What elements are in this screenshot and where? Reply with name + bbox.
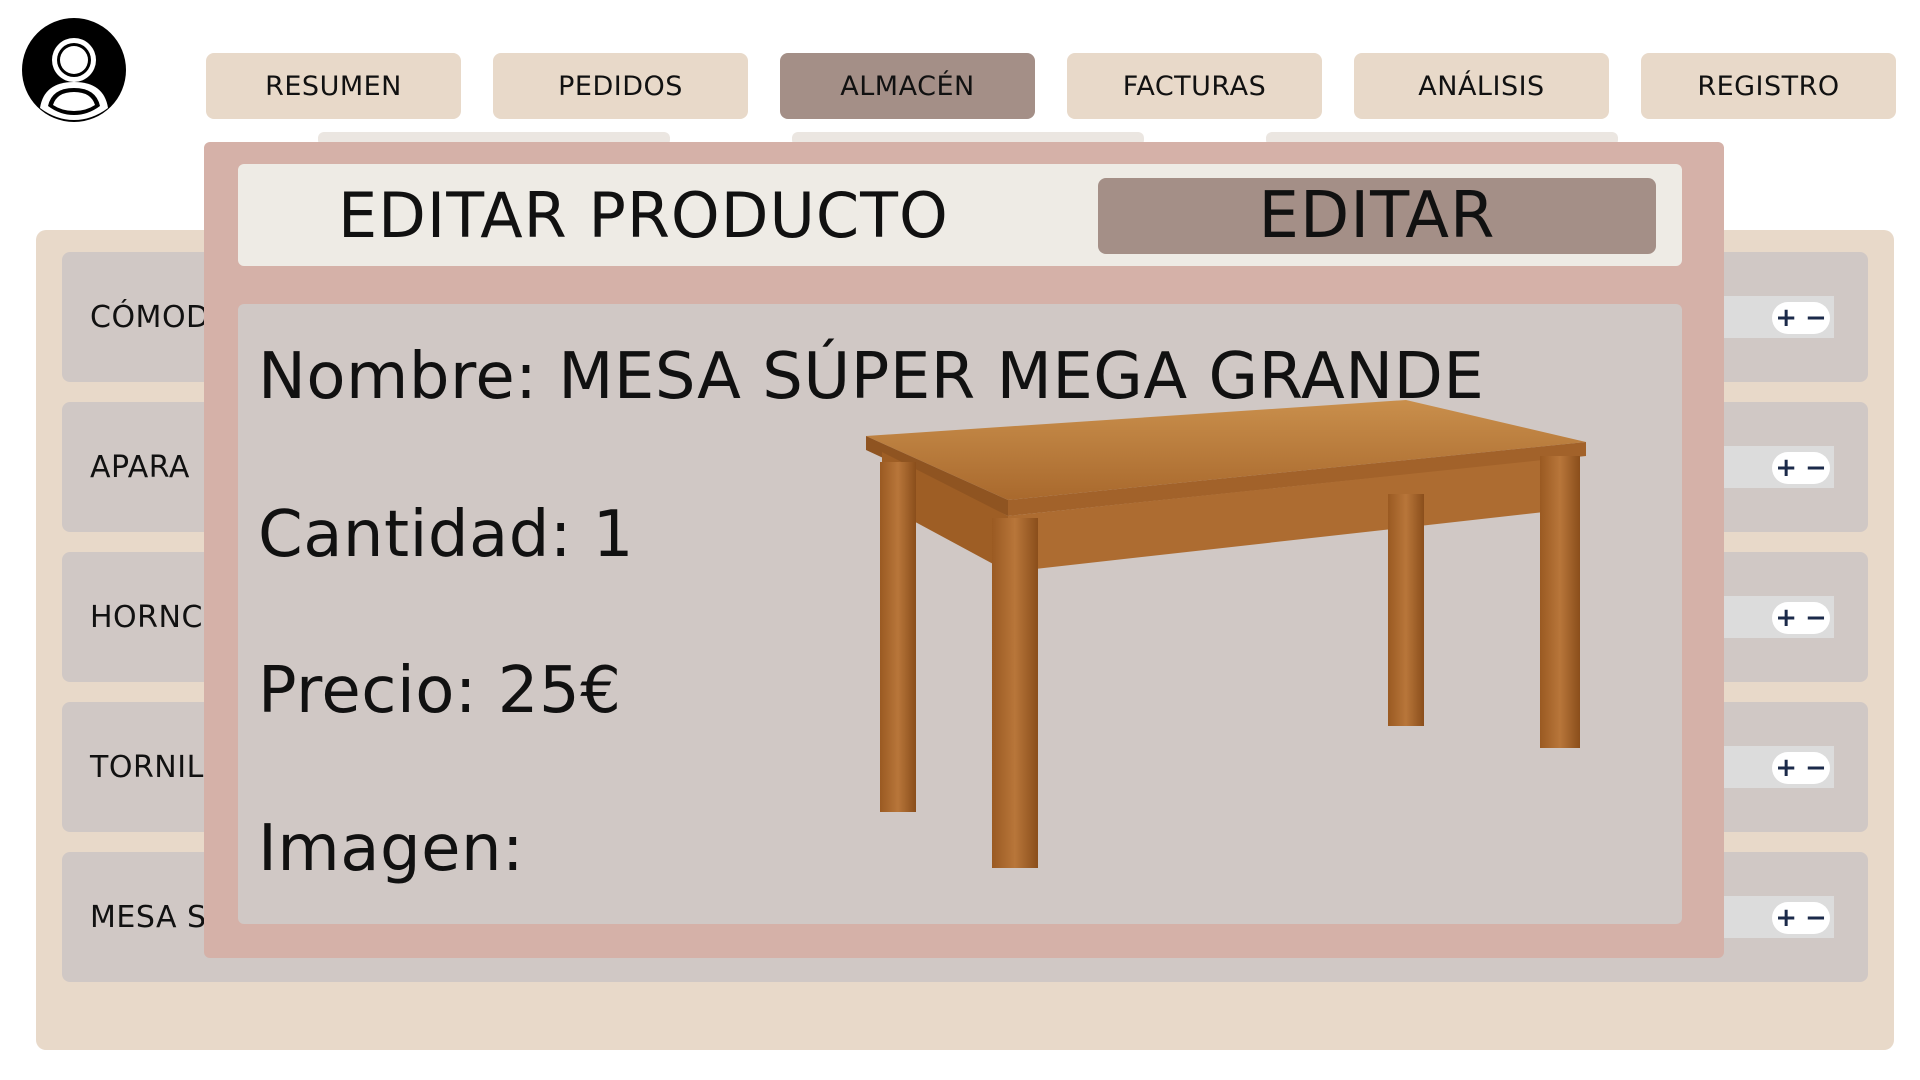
plus-icon[interactable]: + xyxy=(1775,453,1797,483)
product-price-field[interactable]: Precio: 25€ xyxy=(258,654,621,728)
quantity-stepper[interactable]: + − xyxy=(1714,296,1834,338)
product-quantity-field[interactable]: Cantidad: 1 xyxy=(258,498,634,572)
minus-icon[interactable]: − xyxy=(1805,303,1827,333)
modal-body: Nombre: MESA SÚPER MEGA GRANDE Cantidad:… xyxy=(238,304,1682,924)
user-icon[interactable] xyxy=(20,16,128,124)
quantity-stepper[interactable]: + − xyxy=(1714,596,1834,638)
modal-header: EDITAR PRODUCTO EDITAR xyxy=(238,164,1682,266)
plus-icon[interactable]: + xyxy=(1775,303,1797,333)
tab-almacen[interactable]: ALMACÉN xyxy=(780,53,1035,119)
quantity-stepper[interactable]: + − xyxy=(1714,746,1834,788)
plus-icon[interactable]: + xyxy=(1775,903,1797,933)
minus-icon[interactable]: − xyxy=(1805,753,1827,783)
quantity-stepper[interactable]: + − xyxy=(1714,896,1834,938)
minus-icon[interactable]: − xyxy=(1805,903,1827,933)
item-label: HORNC xyxy=(90,599,203,635)
tab-analisis[interactable]: ANÁLISIS xyxy=(1354,53,1609,119)
product-image[interactable] xyxy=(858,400,1598,870)
item-label: CÓMOD xyxy=(90,299,210,335)
quantity-stepper[interactable]: + − xyxy=(1714,446,1834,488)
product-image-label: Imagen: xyxy=(258,812,525,886)
plus-icon[interactable]: + xyxy=(1775,753,1797,783)
edit-product-modal: EDITAR PRODUCTO EDITAR Nombre: MESA SÚPE… xyxy=(204,142,1724,958)
tab-pedidos[interactable]: PEDIDOS xyxy=(493,53,748,119)
tab-facturas[interactable]: FACTURAS xyxy=(1067,53,1322,119)
edit-button[interactable]: EDITAR xyxy=(1098,178,1656,254)
item-label: TORNIL xyxy=(90,749,204,785)
tab-registro[interactable]: REGISTRO xyxy=(1641,53,1896,119)
minus-icon[interactable]: − xyxy=(1805,603,1827,633)
plus-icon[interactable]: + xyxy=(1775,603,1797,633)
modal-title: EDITAR PRODUCTO xyxy=(338,178,949,252)
item-label: APARA xyxy=(90,449,190,485)
minus-icon[interactable]: − xyxy=(1805,453,1827,483)
item-label: MESA S xyxy=(90,899,207,935)
main-nav: RESUMEN PEDIDOS ALMACÉN FACTURAS ANÁLISI… xyxy=(206,53,1896,119)
tab-resumen[interactable]: RESUMEN xyxy=(206,53,461,119)
